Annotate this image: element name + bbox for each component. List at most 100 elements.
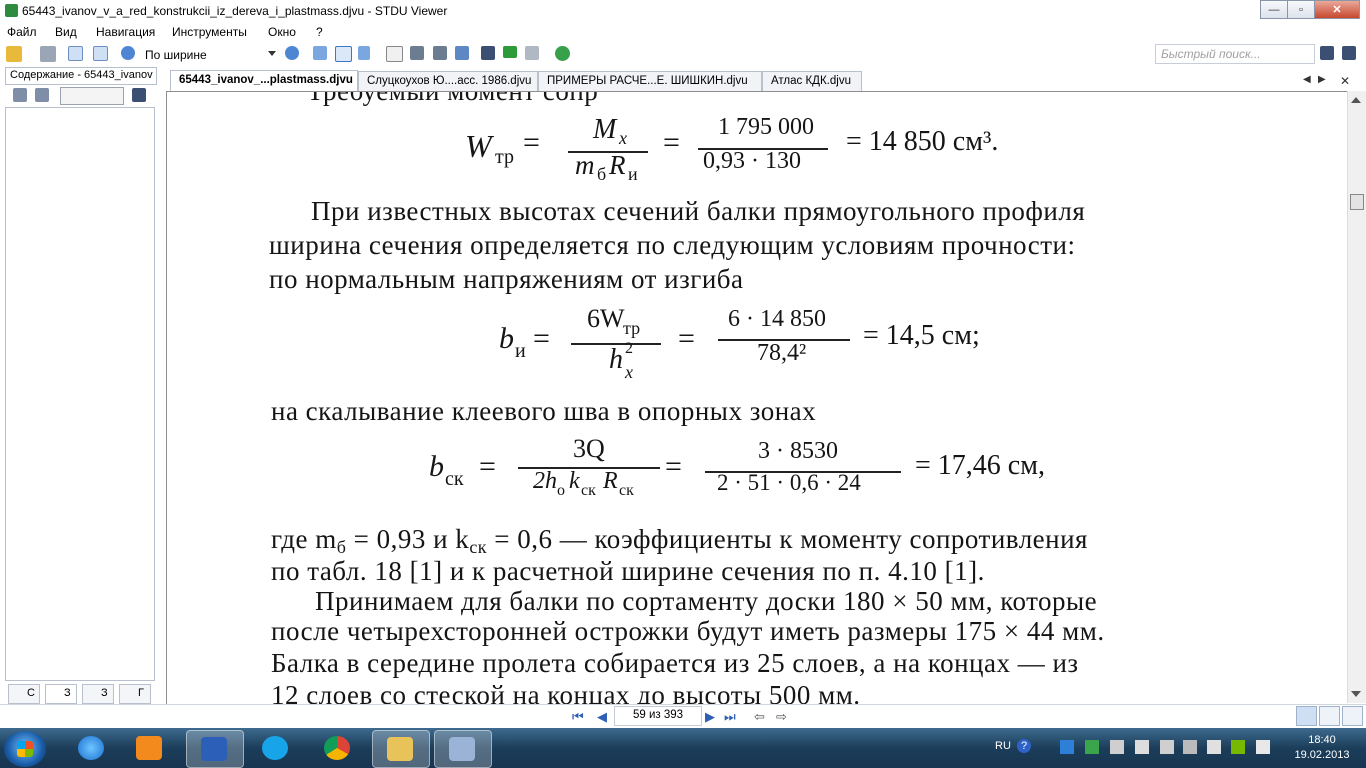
menu-bar: Файл Вид Навигация Инструменты Окно ? (0, 22, 1366, 42)
document-view[interactable]: Требуемый момент сопр W тр = M x m б R и… (166, 91, 1347, 704)
tab-contents[interactable]: С (8, 684, 40, 704)
last-page-icon[interactable]: ⏭ (724, 709, 736, 725)
contents-tab[interactable]: Содержание - 65443_ivanov (5, 67, 157, 85)
tab-doc-primery[interactable]: ПРИМЕРЫ РАСЧЕ...Е. ШИШКИН.djvu (538, 71, 762, 91)
sidebar-find-icon[interactable] (132, 88, 146, 102)
tray-device-icon[interactable] (1110, 740, 1124, 754)
sidebar-bottom-tabs: С З З Г (5, 682, 155, 704)
tray-sync-icon[interactable] (1085, 740, 1099, 754)
windows-logo-icon (17, 741, 33, 757)
tray-keyboard-icon[interactable] (1183, 740, 1197, 754)
text-line: после четырехсторонней острожки будут им… (271, 616, 1105, 646)
tab-doc-atlas[interactable]: Атлас КДК.djvu (762, 71, 862, 91)
help-icon[interactable]: ? (1017, 739, 1031, 753)
menu-tools[interactable]: Инструменты (172, 25, 247, 39)
thumbnails-icon[interactable] (525, 46, 539, 60)
text-line-partial: Требуемый момент сопр (307, 91, 599, 106)
fit-page-icon[interactable] (313, 46, 327, 60)
fit-width-icon[interactable] (335, 46, 352, 62)
maximize-button[interactable]: ▫ (1287, 0, 1315, 19)
sidebar-search-field[interactable] (60, 87, 124, 105)
document-tabs: 65443_ivanov_...plastmass.djvu Слуцкоухо… (166, 70, 1356, 92)
scroll-up-icon[interactable] (1351, 97, 1361, 103)
history-forward-icon[interactable]: ⇨ (776, 709, 787, 725)
find-icon[interactable] (481, 46, 495, 60)
next-page-icon[interactable]: ▶ (705, 709, 715, 725)
scroll-down-icon[interactable] (1351, 691, 1361, 697)
menu-navigation[interactable]: Навигация (96, 25, 155, 39)
tab-bookmarks[interactable]: З (45, 684, 77, 704)
tray-network-icon[interactable] (1135, 740, 1149, 754)
taskbar-stdu[interactable] (434, 730, 492, 768)
search-next-icon[interactable] (1342, 46, 1356, 60)
pages-icon[interactable] (93, 46, 108, 61)
vertical-scrollbar[interactable] (1347, 91, 1366, 703)
taskbar-chrome[interactable] (310, 730, 366, 766)
window-title: 65443_ivanov_v_a_red_konstrukcii_iz_dere… (22, 4, 448, 18)
chevron-down-icon (268, 51, 276, 56)
taskbar-explorer[interactable] (372, 730, 430, 768)
scroll-thumb[interactable] (1350, 194, 1364, 210)
taskbar-ie[interactable] (64, 730, 120, 766)
fit-height-icon[interactable] (358, 46, 370, 60)
continuous-view-icon[interactable] (1342, 706, 1363, 726)
print-icon[interactable] (40, 46, 56, 62)
quick-search-input[interactable]: Быстрый поиск... (1155, 44, 1315, 64)
bookmark-remove-icon[interactable] (35, 88, 49, 102)
web-update-icon[interactable] (555, 46, 570, 61)
tab-doc-slutskoukhov[interactable]: Слуцкоухов Ю....асс. 1986.djvu (358, 71, 538, 91)
zoom-value: По ширине (145, 48, 207, 62)
menu-window[interactable]: Окно (268, 25, 296, 39)
hand-tool-icon[interactable] (386, 46, 403, 62)
zoom-select[interactable]: По ширине (140, 45, 280, 65)
open-folder-icon[interactable] (6, 46, 22, 62)
close-button[interactable]: ✕ (1314, 0, 1360, 19)
taskbar-media[interactable] (122, 730, 178, 766)
tab-scroll-left-icon[interactable]: ◀ (1303, 74, 1311, 85)
contents-panel[interactable] (5, 107, 155, 681)
zoom-out-icon[interactable] (121, 46, 135, 60)
prev-page-icon[interactable]: ◀ (597, 709, 607, 725)
tray-flag-icon[interactable] (1207, 740, 1221, 754)
select-image-icon[interactable] (433, 46, 447, 60)
taskbar-word[interactable] (186, 730, 244, 768)
two-page-view-icon[interactable] (1319, 706, 1340, 726)
clock-date: 19.02.2013 (1294, 749, 1350, 761)
stdu-viewer-icon (449, 737, 475, 761)
first-page-icon[interactable]: ⏮ (572, 709, 584, 725)
select-text-icon[interactable] (410, 46, 424, 60)
copy-page-icon[interactable] (68, 46, 83, 61)
page-indicator: 59 из 393 (633, 709, 684, 721)
text-line-coefficients: где mб = 0,93 и kск = 0,6 — коэффициенты… (271, 524, 1088, 557)
tab-doc-ivanov[interactable]: 65443_ivanov_...plastmass.djvu (170, 70, 358, 92)
text-line: Балка в середине пролета собирается из 2… (271, 648, 1079, 678)
tray-monitor-icon[interactable] (1160, 740, 1174, 754)
page-number-input[interactable]: 59 из 393 (614, 706, 702, 726)
nvidia-icon[interactable] (1231, 740, 1245, 754)
volume-icon[interactable] (1256, 740, 1270, 754)
tab-scroll-right-icon[interactable]: ▶ (1318, 74, 1326, 85)
bookmark-add-icon[interactable] (13, 88, 27, 102)
clock[interactable]: 18:40 19.02.2013 (1290, 733, 1354, 763)
menu-help[interactable]: ? (316, 25, 323, 39)
language-indicator[interactable]: RU (995, 740, 1011, 752)
tab-search[interactable]: Г (119, 684, 151, 704)
search-prev-icon[interactable] (1320, 46, 1334, 60)
tray-app-icon[interactable] (1060, 740, 1074, 754)
single-page-view-icon[interactable] (1296, 706, 1317, 726)
tab-notes[interactable]: З (82, 684, 114, 704)
word-icon (201, 737, 227, 761)
clock-time: 18:40 (1308, 734, 1336, 746)
minimize-button[interactable]: — (1260, 0, 1288, 19)
taskbar-skype[interactable] (248, 730, 304, 766)
chrome-icon (324, 736, 350, 760)
text-line: Принимаем для балки по сортаменту доски … (315, 586, 1098, 616)
zoom-in-icon[interactable] (285, 46, 299, 60)
tab-close-icon[interactable]: ✕ (1340, 74, 1350, 88)
start-button[interactable] (4, 731, 46, 767)
menu-file[interactable]: Файл (7, 25, 37, 39)
history-back-icon[interactable]: ⇦ (754, 709, 765, 725)
menu-view[interactable]: Вид (55, 25, 77, 39)
sync-arrows-icon[interactable] (503, 46, 517, 58)
magnifier-icon[interactable] (455, 46, 469, 60)
